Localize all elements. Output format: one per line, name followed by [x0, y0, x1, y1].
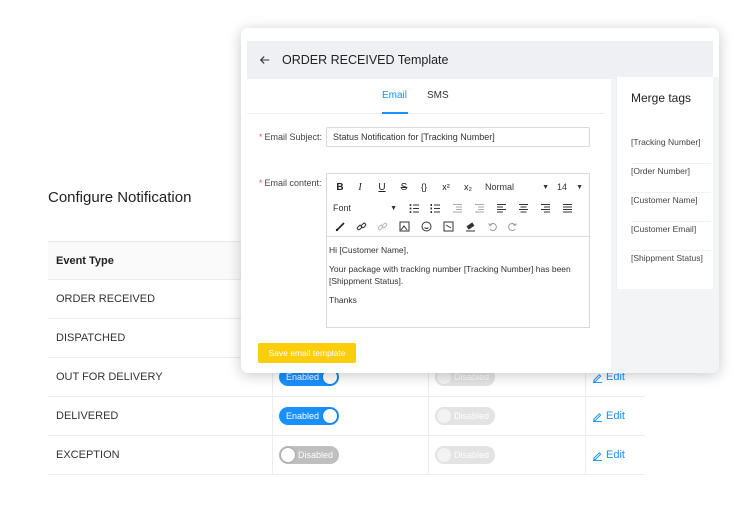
body-line: Thanks [329, 295, 357, 305]
color-picker-icon[interactable] [333, 219, 347, 233]
body-line: Hi [Customer Name], [329, 245, 409, 255]
email-toggle[interactable]: Disabled [279, 446, 339, 464]
strikethrough-icon[interactable]: S [397, 180, 411, 194]
underline-icon[interactable]: U [375, 180, 389, 194]
merge-tag-item[interactable]: [Customer Email] [631, 224, 711, 251]
save-email-template-button[interactable]: Save email template [258, 343, 356, 363]
subscript-icon[interactable]: x₂ [461, 180, 475, 194]
bullet-list-icon[interactable] [407, 201, 421, 215]
indent-icon[interactable] [472, 201, 486, 215]
rich-text-editor: B I U S {} x² x₂ Normal ▼ 14 ▼ Font ▼ Hi… [326, 173, 590, 328]
image-icon[interactable] [397, 219, 411, 233]
event-type-cell: DELIVERED [56, 410, 119, 422]
merge-tag-item[interactable]: [Tracking Number] [631, 137, 711, 164]
header-select[interactable]: Normal ▼ [485, 180, 549, 194]
tab-sms[interactable]: SMS [427, 90, 449, 101]
editor-toolbar: B I U S {} x² x₂ Normal ▼ 14 ▼ Font ▼ [327, 174, 589, 237]
redo-icon[interactable] [505, 219, 519, 233]
align-right-icon[interactable] [538, 201, 552, 215]
edit-icon [592, 451, 603, 461]
template-modal: ORDER RECEIVED Template Email SMS * Email… [241, 28, 719, 373]
align-justify-icon[interactable] [560, 201, 574, 215]
content-label: * Email content: [259, 178, 322, 188]
merge-tag-item[interactable]: [Order Number] [631, 166, 711, 193]
undo-icon[interactable] [485, 219, 499, 233]
event-type-cell: ORDER RECEIVED [56, 293, 156, 305]
active-tab-indicator [382, 112, 408, 114]
code-icon[interactable]: {} [417, 180, 431, 194]
table-row: DELIVERED Enabled Disabled Edit [48, 397, 645, 436]
event-type-cell: DISPATCHED [56, 332, 126, 344]
superscript-icon[interactable]: x² [439, 180, 453, 194]
column-header-event-type: Event Type [56, 254, 114, 267]
merge-tags-panel: Merge tags [Tracking Number] [Order Numb… [616, 77, 713, 289]
edit-link[interactable]: Edit [592, 410, 625, 422]
merge-tag-item[interactable]: [Shippment Status] [631, 253, 711, 280]
italic-icon[interactable]: I [353, 180, 367, 194]
edit-link[interactable]: Edit [592, 449, 625, 461]
template-tabs: Email SMS [247, 82, 605, 114]
link-icon[interactable] [354, 219, 368, 233]
sms-toggle[interactable]: Disabled [435, 446, 495, 464]
ordered-list-icon[interactable] [428, 201, 442, 215]
outdent-icon[interactable] [450, 201, 464, 215]
merge-tag-item[interactable]: [Customer Name] [631, 195, 711, 222]
embed-icon[interactable] [441, 219, 455, 233]
body-line: Your package with tracking number [Track… [329, 264, 571, 286]
email-toggle[interactable]: Enabled [279, 407, 339, 425]
eraser-icon[interactable] [463, 219, 477, 233]
edit-icon [592, 373, 603, 383]
editor-content[interactable]: Hi [Customer Name], Your package with tr… [327, 237, 589, 306]
event-type-cell: OUT FOR DELIVERY [56, 371, 163, 383]
sms-toggle[interactable]: Disabled [435, 407, 495, 425]
tab-email[interactable]: Email [382, 90, 407, 101]
align-center-icon[interactable] [516, 201, 530, 215]
edit-icon [592, 412, 603, 422]
modal-header: ORDER RECEIVED Template [247, 41, 713, 79]
event-type-cell: EXCEPTION [56, 449, 120, 461]
merge-tags-title: Merge tags [631, 91, 692, 105]
email-subject-input[interactable]: Status Notification for [Tracking Number… [326, 127, 590, 147]
font-select[interactable]: Font ▼ [333, 201, 397, 215]
table-row: EXCEPTION Disabled Disabled Edit [48, 436, 645, 475]
page-title: Configure Notification [48, 189, 192, 206]
size-select[interactable]: 14 ▼ [557, 180, 583, 194]
emoji-icon[interactable] [419, 219, 433, 233]
subject-label: * Email Subject: [259, 132, 323, 142]
unlink-icon[interactable] [375, 219, 389, 233]
modal-title: ORDER RECEIVED Template [282, 53, 449, 67]
back-arrow-icon[interactable] [259, 53, 273, 67]
align-left-icon[interactable] [494, 201, 508, 215]
bold-icon[interactable]: B [333, 180, 347, 194]
